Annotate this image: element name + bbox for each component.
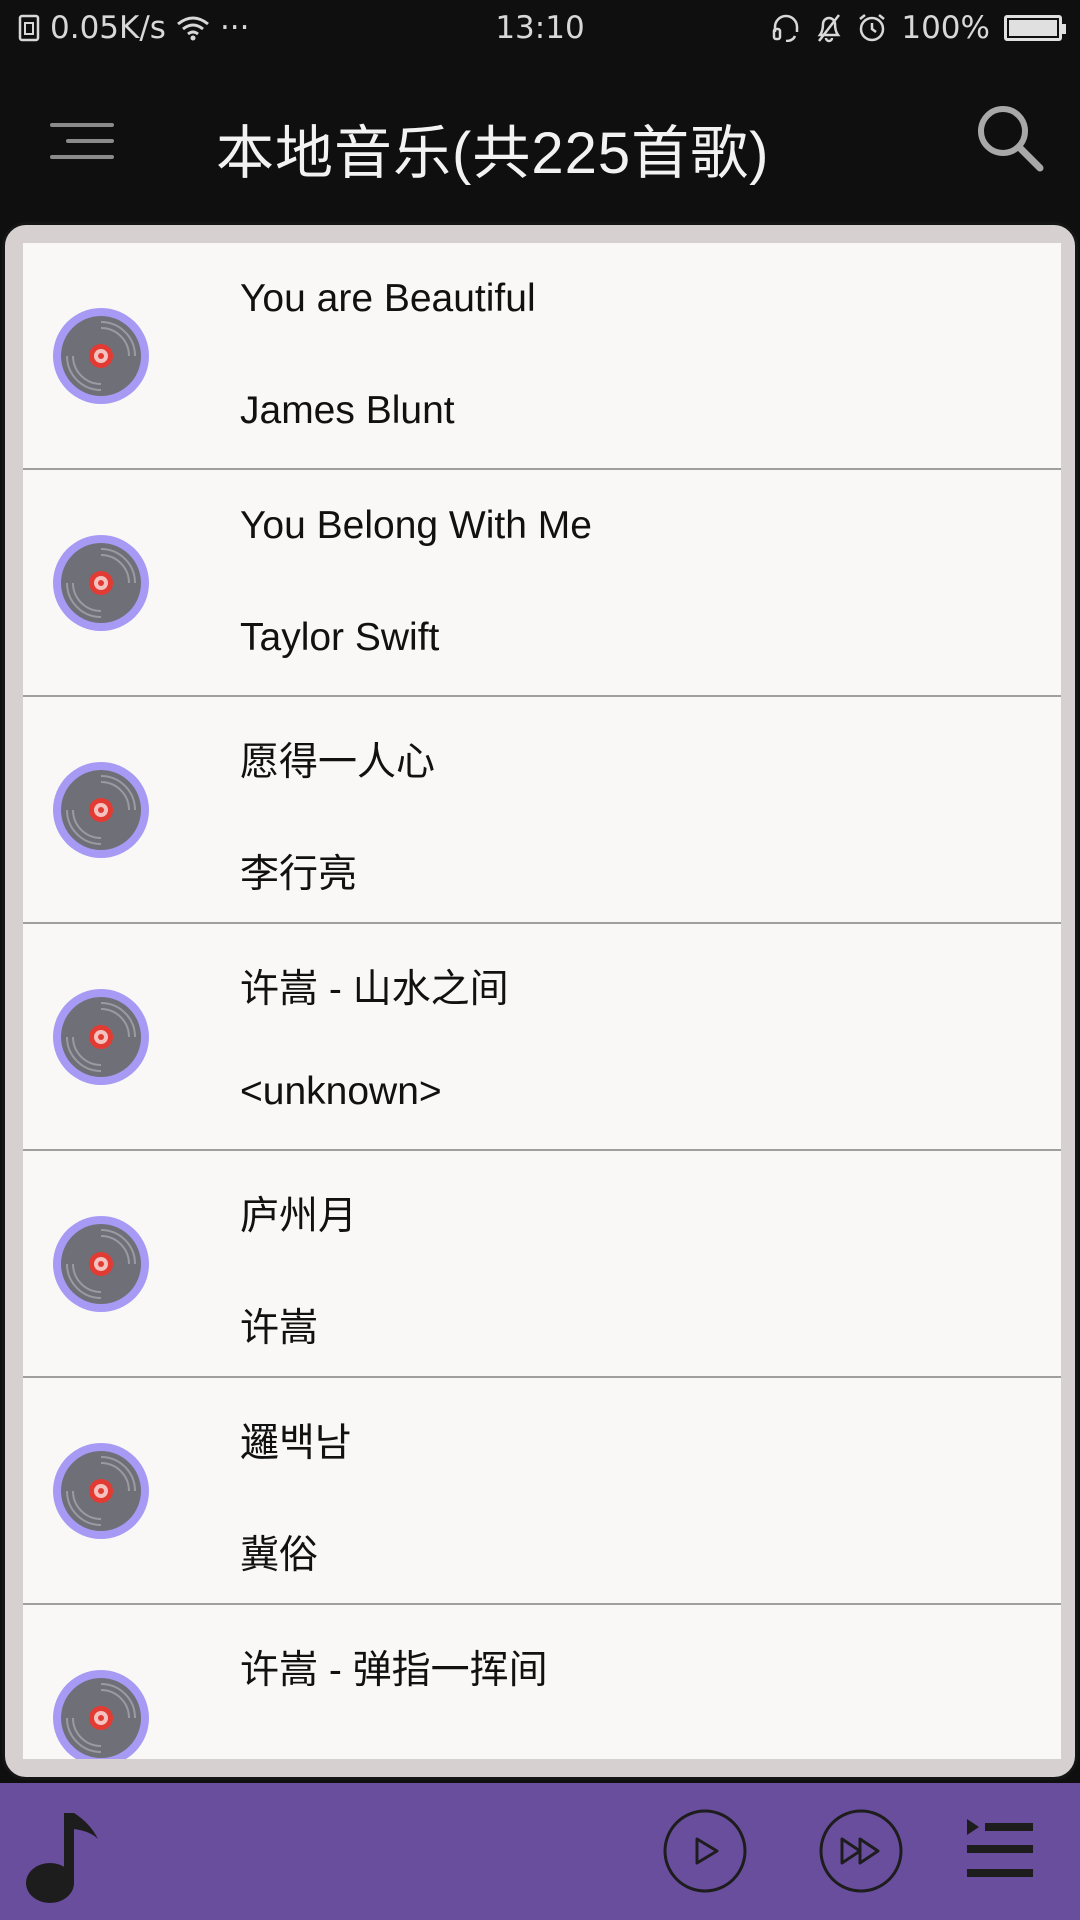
menu-icon[interactable] (40, 106, 130, 176)
song-list-card: You are Beautiful James Blunt You Belong W… (2, 222, 1078, 1780)
mute-bell-icon (815, 13, 843, 43)
music-note-icon[interactable] (20, 1805, 110, 1905)
song-list[interactable]: You are Beautiful James Blunt You Belong W… (23, 243, 1061, 1759)
status-bar: 0.05K/s ··· 13:10 100% (0, 0, 1080, 56)
song-title: 庐州月 (240, 1195, 358, 1238)
search-icon[interactable] (970, 98, 1050, 178)
song-artist: James Blunt (240, 389, 455, 432)
play-icon[interactable] (662, 1808, 748, 1894)
song-title: 愿得一人心 (240, 741, 436, 784)
headset-icon (771, 14, 801, 42)
song-row[interactable]: 愿得一人心 李行亮 (23, 697, 1061, 924)
app-bar: 本地音乐(共225首歌) (0, 56, 1080, 220)
vinyl-disc-icon (53, 535, 149, 631)
playlist-icon[interactable] (965, 1811, 1035, 1891)
song-row[interactable]: 许嵩 - 弹指一挥间 (23, 1605, 1061, 1759)
song-row[interactable]: 许嵩 - 山水之间 <unknown> (23, 924, 1061, 1151)
song-artist: <unknown> (240, 1070, 442, 1113)
song-title: You Belong With Me (240, 504, 592, 547)
song-row[interactable]: You Belong With Me Taylor Swift (23, 470, 1061, 697)
alarm-icon (857, 13, 887, 43)
page-title: 本地音乐(共225首歌) (216, 121, 770, 186)
vinyl-disc-icon (53, 1216, 149, 1312)
song-title: 许嵩 - 弹指一挥间 (240, 1649, 548, 1692)
player-bar (0, 1783, 1080, 1920)
battery-percent: 100% (901, 10, 990, 46)
status-right: 100% (771, 10, 1066, 46)
song-artist: Taylor Swift (240, 616, 440, 659)
vinyl-disc-icon (53, 308, 149, 404)
song-row[interactable]: 庐州月 许嵩 (23, 1151, 1061, 1378)
song-row[interactable]: 邏백남 冀俗 (23, 1378, 1061, 1605)
song-row[interactable]: You are Beautiful James Blunt (23, 243, 1061, 470)
vinyl-disc-icon (53, 1443, 149, 1539)
skip-next-icon[interactable] (818, 1808, 904, 1894)
vinyl-disc-icon (53, 762, 149, 858)
song-title: 许嵩 - 山水之间 (240, 968, 509, 1011)
song-title: 邏백남 (240, 1422, 351, 1465)
song-title: You are Beautiful (240, 277, 536, 320)
song-artist: 冀俗 (240, 1534, 319, 1577)
vinyl-disc-icon (53, 989, 149, 1085)
vinyl-disc-icon (53, 1670, 149, 1759)
song-artist: 李行亮 (240, 853, 358, 896)
battery-icon (1004, 15, 1066, 41)
song-artist: 许嵩 (240, 1307, 319, 1350)
